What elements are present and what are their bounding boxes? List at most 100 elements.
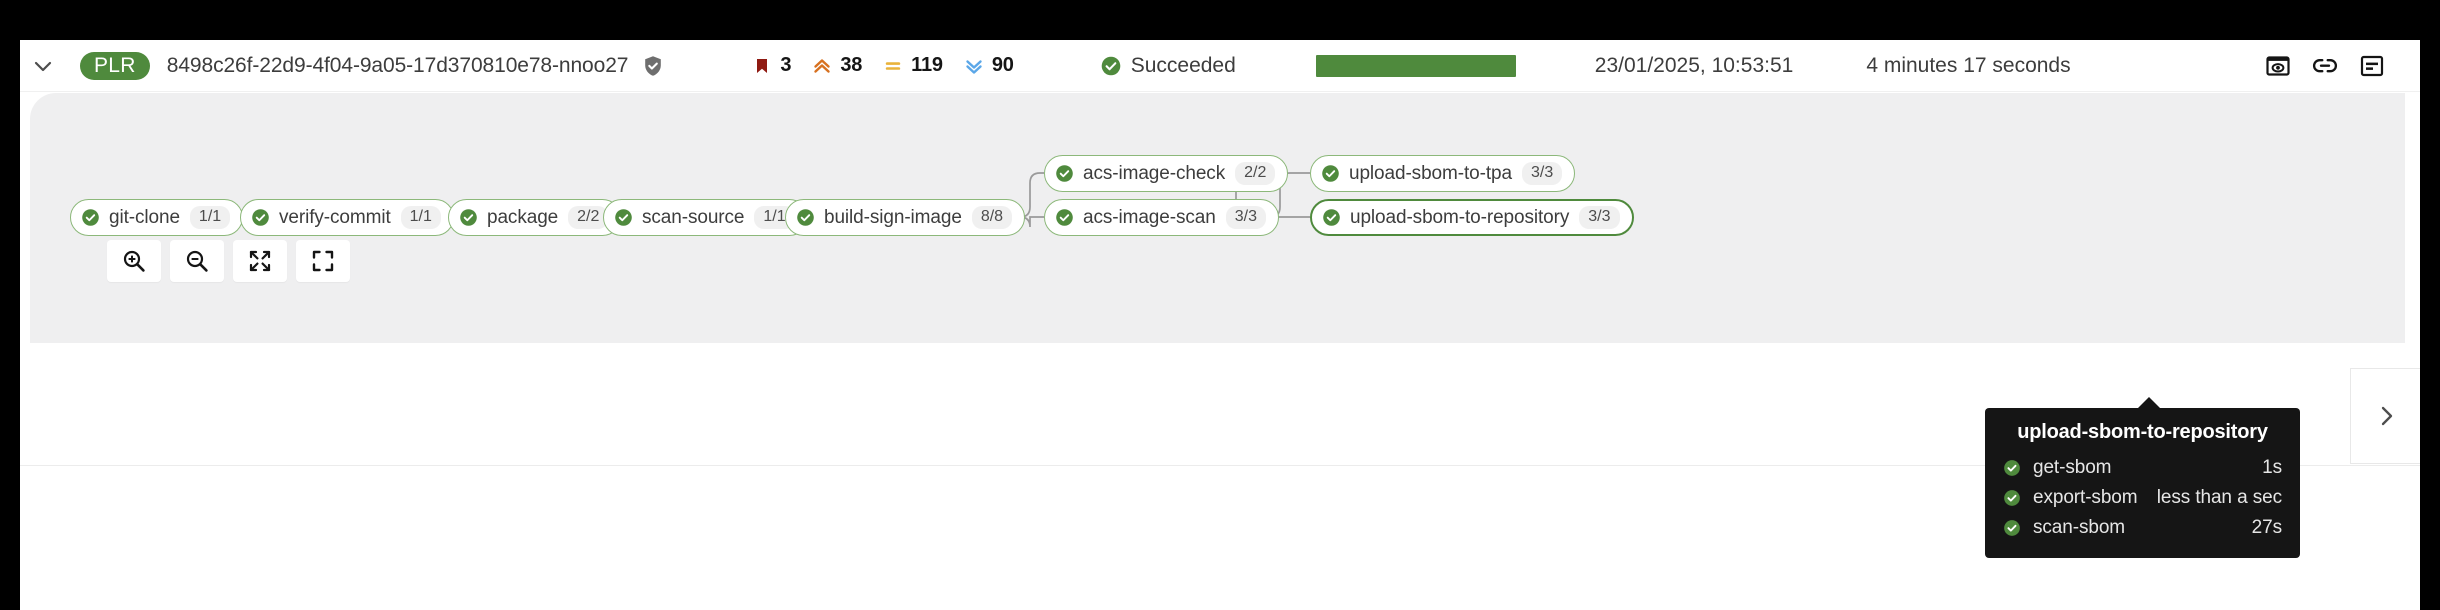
severity-low[interactable]: 90: [963, 54, 1014, 77]
severity-critical[interactable]: 3: [751, 54, 792, 77]
tooltip-title: upload-sbom-to-repository: [2017, 421, 2268, 443]
tooltip-step-row: get-sbom 1s: [2003, 453, 2282, 483]
node-status-icon: [1322, 208, 1341, 227]
step-status-icon: [2003, 519, 2021, 537]
step-status-icon: [2003, 489, 2021, 507]
node-label: git-clone: [109, 206, 180, 228]
task-tooltip: upload-sbom-to-repository get-sbom 1s expo…: [1985, 397, 2300, 558]
pipeline-run-header: PLR 8498c26f-22d9-4f04-9a05-17d370810e78…: [20, 40, 2420, 92]
node-label: upload-sbom-to-tpa: [1349, 162, 1512, 184]
node-status-icon: [1055, 164, 1074, 183]
node-task-count: 1/1: [400, 206, 441, 229]
pipeline-node-upload-sbom-to-tpa[interactable]: upload-sbom-to-tpa 3/3: [1310, 155, 1576, 192]
node-label: upload-sbom-to-repository: [1350, 206, 1570, 228]
check-circle-icon: [2004, 490, 2020, 506]
node-label: verify-commit: [279, 206, 391, 228]
pipeline-node-acs-image-scan[interactable]: acs-image-scan 3/3: [1044, 199, 1279, 236]
check-circle-icon: [2004, 460, 2020, 476]
check-circle-icon: [797, 209, 814, 226]
check-circle-icon: [1056, 209, 1073, 226]
pipeline-node-build-sign-image[interactable]: build-sign-image 8/8: [785, 199, 1026, 236]
canvas-zoom-controls: [107, 240, 350, 282]
low-severity-icon: [963, 55, 985, 77]
step-name: get-sbom: [2033, 457, 2112, 478]
step-status-icon: [2003, 459, 2021, 477]
tooltip-step-list: get-sbom 1s export-sbom less than a sec scan…: [2003, 453, 2282, 543]
pipeline-node-git-clone[interactable]: git-clone 1/1: [70, 199, 244, 236]
node-status-icon: [1321, 164, 1340, 183]
step-name: export-sbom: [2033, 487, 2138, 508]
node-task-count: 1/1: [189, 206, 231, 229]
node-label: package: [487, 206, 559, 228]
pipeline-node-scan-source[interactable]: scan-source 1/1: [603, 199, 808, 236]
node-status-icon: [614, 208, 633, 227]
check-circle-icon: [1101, 56, 1121, 75]
run-progress-bar: [1315, 54, 1516, 77]
zoom-in-button[interactable]: [107, 240, 161, 282]
node-task-count: 2/2: [1235, 162, 1276, 185]
moderate-severity-icon: [882, 55, 904, 77]
check-circle-icon: [615, 209, 632, 226]
chevron-down-icon: [34, 61, 52, 71]
step-duration: 1s: [2262, 457, 2282, 478]
node-status-icon: [459, 208, 478, 227]
pipeline-node-acs-image-check[interactable]: acs-image-check 2/2: [1044, 155, 1289, 192]
severity-moderate[interactable]: 119: [882, 54, 943, 77]
link-icon[interactable]: [2311, 52, 2339, 80]
severity-critical-count: 3: [780, 54, 792, 76]
pipeline-graph-canvas[interactable]: git-clone 1/1 verify-commit 1/1 package 2/2 sc…: [30, 93, 2405, 343]
node-task-count: 3/3: [1521, 162, 1563, 185]
important-severity-icon: [811, 55, 833, 77]
node-status-icon: [251, 208, 270, 227]
step-duration: less than a sec: [2156, 487, 2282, 508]
fit-to-screen-button[interactable]: [233, 240, 287, 282]
signed-badge: [641, 54, 665, 78]
open-side-drawer-button[interactable]: [2350, 368, 2420, 464]
step-name: scan-sbom: [2033, 517, 2126, 538]
node-status-icon: [81, 208, 100, 227]
collapse-toggle[interactable]: [20, 40, 66, 92]
tooltip-step-row: export-sbom less than a sec: [2003, 483, 2282, 513]
check-circle-icon: [1056, 165, 1073, 182]
node-task-count: 8/8: [971, 206, 1013, 229]
pipeline-node-upload-sbom-to-repository[interactable]: upload-sbom-to-repository 3/3: [1310, 199, 1634, 236]
severity-moderate-count: 119: [911, 54, 943, 76]
check-circle-icon: [1323, 209, 1340, 226]
severity-important-count: 38: [840, 54, 863, 76]
shield-check-icon: [645, 55, 662, 76]
check-circle-icon: [1322, 165, 1339, 182]
run-duration: 4 minutes 17 seconds: [1866, 53, 2071, 77]
critical-severity-icon: [751, 55, 773, 77]
node-label: acs-image-check: [1083, 162, 1226, 184]
check-circle-icon: [82, 209, 99, 226]
pipeline-node-verify-commit[interactable]: verify-commit 1/1: [240, 199, 454, 236]
vulnerability-severity-summary: 3 38 119 90: [751, 54, 1014, 77]
node-label: acs-image-scan: [1083, 206, 1216, 228]
screenshot-root: PLR 8498c26f-22d9-4f04-9a05-17d370810e78…: [0, 0, 2440, 610]
chevron-right-icon: [2381, 406, 2392, 426]
run-status-label: Succeeded: [1130, 53, 1236, 77]
reset-view-button[interactable]: [296, 240, 350, 282]
step-duration: 27s: [2251, 517, 2282, 538]
visual-pipeline-icon[interactable]: [2264, 52, 2292, 80]
severity-low-count: 90: [991, 54, 1014, 76]
run-start-time: 23/01/2025, 10:53:51: [1594, 53, 1794, 77]
check-circle-icon: [252, 209, 269, 226]
header-actions: [2264, 52, 2386, 80]
pipeline-visualization-pane: git-clone 1/1 verify-commit 1/1 package 2/2 sc…: [20, 93, 2420, 351]
zoom-out-button[interactable]: [170, 240, 224, 282]
logs-icon[interactable]: [2358, 52, 2386, 80]
node-task-count: 3/3: [1225, 206, 1266, 229]
resource-kind-badge: PLR: [80, 51, 150, 80]
node-label: build-sign-image: [824, 206, 962, 228]
node-status-icon: [1055, 208, 1074, 227]
run-status: Succeeded: [1100, 54, 1236, 78]
check-circle-icon: [2004, 520, 2020, 536]
node-status-icon: [796, 208, 815, 227]
node-task-count: 3/3: [1579, 206, 1620, 229]
node-label: scan-source: [642, 206, 745, 228]
tooltip-step-row: scan-sbom 27s: [2003, 513, 2282, 543]
severity-important[interactable]: 38: [811, 54, 862, 77]
pipeline-node-package[interactable]: package 2/2: [448, 199, 622, 236]
pipeline-run-name[interactable]: 8498c26f-22d9-4f04-9a05-17d370810e78-nno…: [167, 54, 629, 78]
